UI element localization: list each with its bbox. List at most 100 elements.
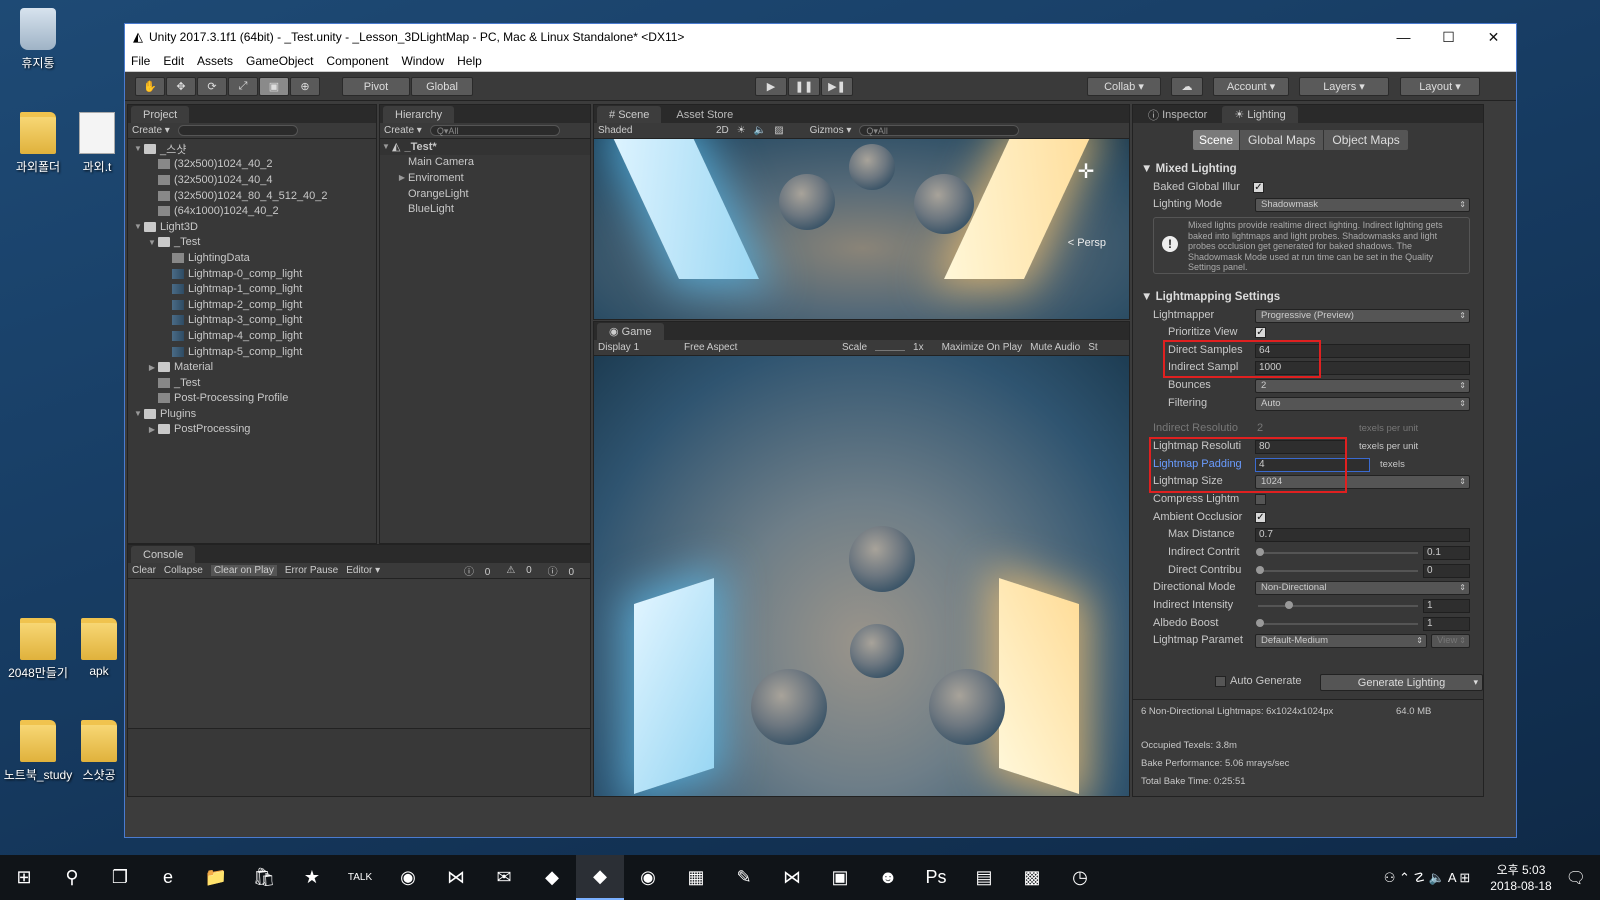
scene-viewport[interactable]: ✛ < Persp [594,139,1129,319]
project-tree-item[interactable]: _Test [128,375,376,391]
persp-label[interactable]: < Persp [1068,237,1106,249]
lightmapping-settings-header[interactable]: ▼ Lightmapping Settings [1141,291,1280,303]
console-editor-dropdown[interactable]: Editor ▾ [346,565,380,576]
menu-help[interactable]: Help [457,54,482,68]
project-tree-item[interactable]: ▼ _스샷 [128,141,376,157]
gizmos-dropdown[interactable]: Gizmos ▾ [810,125,852,136]
minimize-button[interactable]: — [1381,29,1426,45]
close-button[interactable]: ✕ [1471,29,1516,46]
lightmap-parameters-view-button[interactable]: View [1431,634,1470,648]
pivot-toggle[interactable]: Pivot [342,77,410,96]
taskbar-app-icon[interactable]: ◆ [576,855,624,900]
hierarchy-search-input[interactable]: Q▾All [429,125,560,136]
albedo-boost-field[interactable]: 1 [1423,617,1470,631]
compress-lightmaps-checkbox[interactable] [1255,494,1266,505]
taskbar-app-icon[interactable]: ◉ [624,855,672,900]
indirect-contribution-slider[interactable] [1258,552,1418,554]
lighting-mode-dropdown[interactable]: Shadowmask [1255,198,1470,212]
warning-count-toggle[interactable]: ⚠ 0 [506,565,539,576]
project-tree-item[interactable]: ▼ Light3D [128,219,376,235]
hierarchy-create-button[interactable]: Create ▾ [384,125,422,136]
subtab-scene[interactable]: Scene [1193,130,1240,150]
taskbar-app-icon[interactable]: ⋈ [432,855,480,900]
shading-mode-dropdown[interactable]: Shaded [598,125,708,136]
tab-game[interactable]: ◉ Game [597,323,664,340]
taskbar-app-icon[interactable]: 📁 [192,855,240,900]
step-button[interactable]: ▶❚ [821,77,853,96]
transform-tool-button[interactable]: ⊕ [290,77,320,96]
project-tree-item[interactable]: (32x500)1024_80_4_512_40_2 [128,188,376,204]
project-tree-item[interactable]: ▶ Material [128,359,376,375]
global-toggle[interactable]: Global [411,77,473,96]
layers-dropdown[interactable]: Layers ▾ [1299,77,1389,96]
project-tree-item[interactable]: Lightmap-4_comp_light [128,328,376,344]
hierarchy-item[interactable]: ▶ Enviroment [380,170,590,186]
display-dropdown[interactable]: Display 1 [598,342,676,353]
tab-inspector[interactable]: ⓘ Inspector [1136,106,1219,123]
notification-icon[interactable]: 🗨 [1566,868,1586,888]
slider-knob[interactable] [1285,601,1293,609]
menu-gameobject[interactable]: GameObject [246,54,313,68]
indirect-intensity-slider[interactable] [1258,605,1418,607]
pause-button[interactable]: ❚❚ [788,77,820,96]
project-tree-item[interactable]: Lightmap-1_comp_light [128,281,376,297]
scene-gizmo-icon[interactable]: ✛ [1061,159,1111,209]
slider-knob[interactable] [1256,619,1264,627]
ambient-occlusion-checkbox[interactable]: ✓ [1255,512,1266,523]
taskbar-app-icon[interactable]: ⚲ [48,855,96,900]
expand-arrow-icon[interactable]: ▼ [132,144,144,153]
console-log-area[interactable] [128,579,590,729]
desktop-icon-recycle-bin[interactable]: 휴지통 [0,8,76,71]
taskbar-app-icon[interactable]: ✉ [480,855,528,900]
lightmap-parameters-dropdown[interactable]: Default-Medium [1255,634,1427,648]
cloud-button[interactable]: ☁ [1171,77,1203,96]
maximize-on-play-toggle[interactable]: Maximize On Play [942,342,1023,353]
menu-edit[interactable]: Edit [163,54,184,68]
desktop-icon-folder[interactable]: 과외폴더 [0,112,76,175]
menu-file[interactable]: File [131,54,150,68]
maximize-button[interactable]: ☐ [1426,29,1471,46]
slider-knob[interactable] [1256,566,1264,574]
generate-lighting-button[interactable]: Generate Lighting ▾ [1320,674,1483,691]
lightmapper-dropdown[interactable]: Progressive (Preview) [1255,309,1470,323]
tab-scene[interactable]: # Scene [597,106,662,123]
taskbar-app-icon[interactable]: ▣ [816,855,864,900]
project-tree-item[interactable]: (32x500)1024_40_4 [128,172,376,188]
expand-arrow-icon[interactable]: ▶ [396,173,408,182]
project-tree-item[interactable]: Lightmap-2_comp_light [128,297,376,313]
taskbar-app-icon[interactable]: ✎ [720,855,768,900]
hierarchy-scene-row[interactable]: ▼ ◭ _Test* [380,139,590,155]
max-distance-field[interactable]: 0.7 [1255,528,1470,542]
mute-audio-toggle[interactable]: Mute Audio [1030,342,1080,353]
indirect-contribution-field[interactable]: 0.1 [1423,546,1470,560]
taskbar-app-icon[interactable]: Ps [912,855,960,900]
project-tree-item[interactable]: ▶ PostProcessing [128,422,376,438]
effects-toggle-icon[interactable]: ▨ [774,125,783,136]
expand-arrow-icon[interactable]: ▶ [146,425,158,434]
move-tool-button[interactable]: ✥ [166,77,196,96]
tab-asset-store[interactable]: Asset Store [664,106,745,123]
hierarchy-item[interactable]: Main Camera [380,155,590,171]
taskbar-app-icon[interactable]: ⋈ [768,855,816,900]
scene-search-input[interactable]: Q▾All [859,125,1020,136]
clock[interactable]: 오후 5:03 2018-08-18 [1490,862,1551,894]
console-clear-on-play-button[interactable]: Clear on Play [210,565,277,576]
expand-arrow-icon[interactable]: ▼ [146,238,158,247]
rect-tool-button[interactable]: ▣ [259,77,289,96]
tab-hierarchy[interactable]: Hierarchy [383,106,455,123]
rotate-tool-button[interactable]: ⟳ [197,77,227,96]
taskbar-app-icon[interactable]: TALK [336,855,384,900]
tab-lighting[interactable]: ☀ Lighting [1222,106,1298,123]
taskbar-app-icon[interactable]: ★ [288,855,336,900]
desktop-icon-folder[interactable]: 스샷공 [76,720,122,783]
taskbar-app-icon[interactable]: ▩ [1008,855,1056,900]
expand-arrow-icon[interactable]: ▶ [146,363,158,372]
menu-window[interactable]: Window [401,54,444,68]
taskbar-app-icon[interactable]: ☻ [864,855,912,900]
project-tree-item[interactable]: Post-Processing Profile [128,391,376,407]
directional-mode-dropdown[interactable]: Non-Directional [1255,581,1470,595]
mode-2d-toggle[interactable]: 2D [716,125,729,136]
expand-arrow-icon[interactable]: ▼ [132,222,144,231]
project-tree-item[interactable]: Lightmap-5_comp_light [128,344,376,360]
desktop-icon-folder[interactable]: 노트북_study [0,720,76,783]
